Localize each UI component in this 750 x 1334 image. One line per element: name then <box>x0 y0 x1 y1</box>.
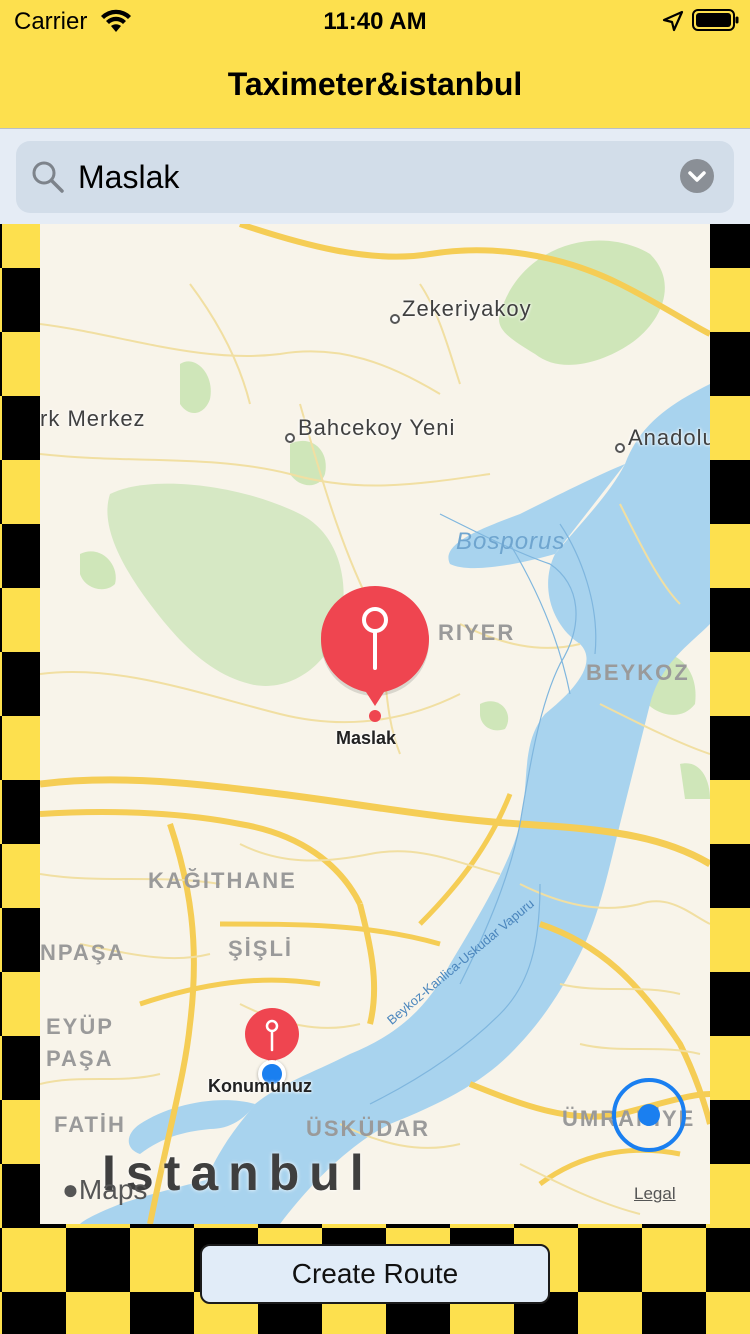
chevron-down-button[interactable] <box>680 159 714 193</box>
battery-icon <box>692 9 739 31</box>
search-bar-container: Maslak <box>0 128 750 224</box>
label-eyup-pasa: PAŞA <box>46 1046 114 1071</box>
apple-logo-icon: ● <box>62 1174 79 1205</box>
location-dot-icon <box>638 1104 660 1126</box>
label-uskudar: ÜSKÜDAR <box>306 1116 430 1141</box>
label-bahcekoy: Bahcekoy Yeni <box>298 415 456 440</box>
label-anadolu: Anadolu <box>628 425 710 450</box>
current-location-label: Konumunuz <box>208 1076 312 1096</box>
label-kagithane: KAĞITHANE <box>148 868 297 893</box>
label-gaziosmanpasa: NPAŞA <box>40 940 126 965</box>
map-view[interactable]: Zekeriyakoy rk Merkez Bahcekoy Yeni Anad… <box>40 224 710 1224</box>
label-beykoz: BEYKOZ <box>586 660 690 685</box>
create-route-button[interactable]: Create Route <box>200 1244 550 1304</box>
destination-pin-icon[interactable] <box>318 582 432 722</box>
nav-title: Taximeter&istanbul <box>227 66 523 102</box>
map-base <box>40 224 710 1224</box>
place-dot <box>615 443 625 453</box>
label-sisli: ŞİŞLİ <box>228 936 294 961</box>
legal-link[interactable]: Legal <box>634 1184 676 1204</box>
place-dot <box>390 314 400 324</box>
label-eyup: EYÜP <box>46 1014 114 1039</box>
maps-logo: ●Maps <box>62 1174 147 1206</box>
chevron-down-icon <box>688 171 706 182</box>
label-fatih: FATİH <box>54 1112 126 1137</box>
top-bar: Carrier 11:40 AM Taximeter&istanbul <box>0 0 750 128</box>
label-zekeriyakoy: Zekeriyakoy <box>402 296 532 321</box>
search-field[interactable]: Maslak <box>16 141 734 213</box>
maps-logo-text: Maps <box>78 1174 148 1205</box>
place-dot <box>285 433 295 443</box>
location-arrow-icon <box>662 10 684 32</box>
status-time: 11:40 AM <box>323 8 427 35</box>
search-icon <box>32 161 64 193</box>
label-sariyer: RIYER <box>438 620 516 645</box>
label-kent-merkez: rk Merkez <box>40 406 146 431</box>
search-input[interactable]: Maslak <box>78 159 179 196</box>
user-tracking-button[interactable] <box>612 1078 686 1152</box>
destination-pin-label: Maslak <box>336 728 397 748</box>
label-bosporus: Bosporus <box>456 528 566 555</box>
